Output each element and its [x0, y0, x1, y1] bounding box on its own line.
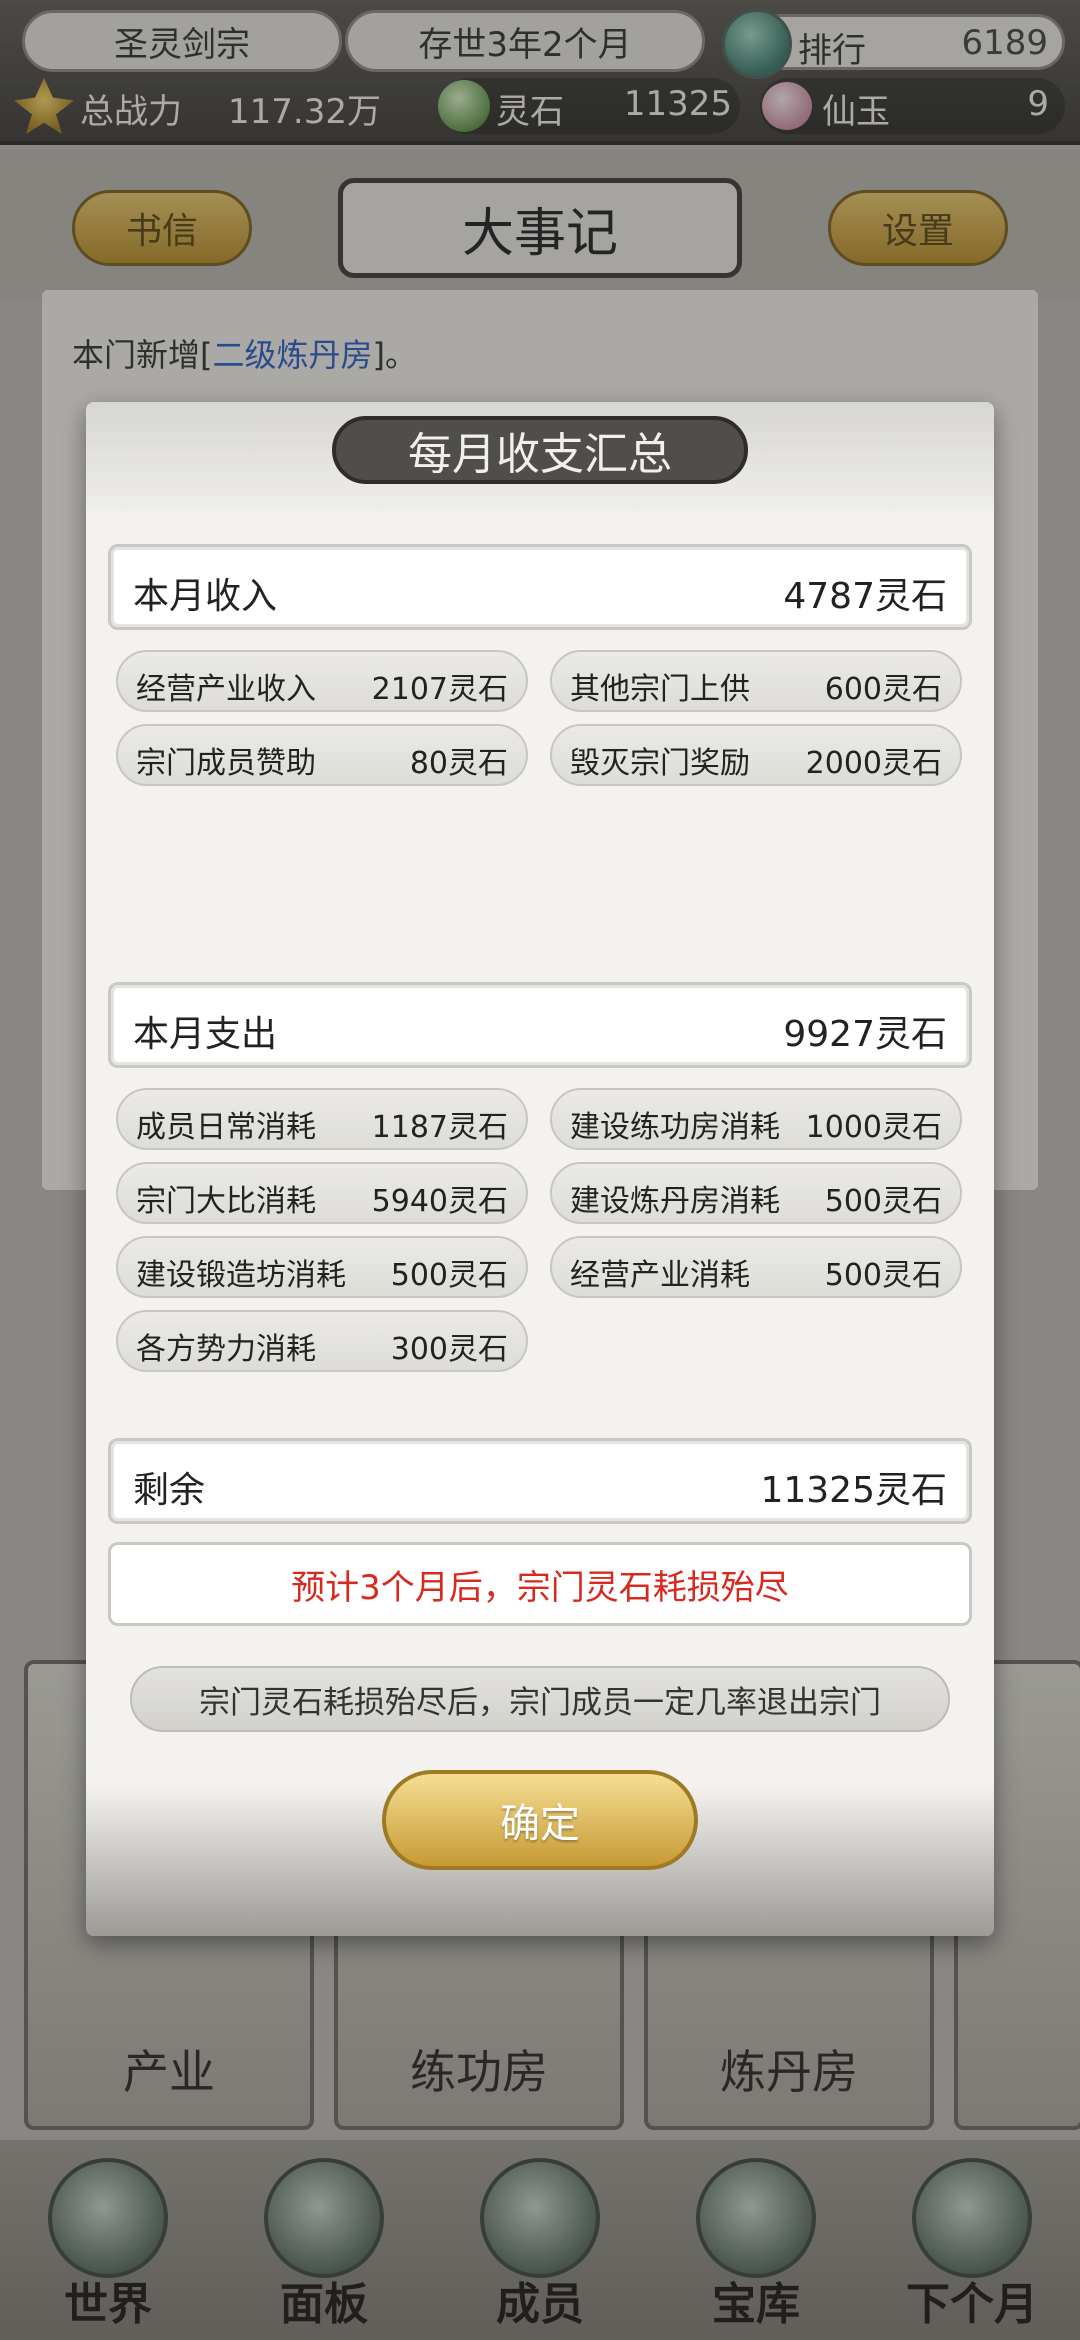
income-item-value: 2000灵石: [805, 746, 942, 781]
expense-item-label: 经营产业消耗: [570, 1258, 750, 1293]
expense-item: 成员日常消耗 1187灵石: [116, 1088, 528, 1150]
expense-item-label: 成员日常消耗: [136, 1110, 316, 1145]
expense-item: 宗门大比消耗 5940灵石: [116, 1162, 528, 1224]
expense-item-label: 建设炼丹房消耗: [570, 1184, 780, 1219]
depletion-note: 宗门灵石耗损殆尽后，宗门成员一定几率退出宗门: [130, 1666, 950, 1732]
expense-item: 建设锻造坊消耗 500灵石: [116, 1236, 528, 1298]
expense-item-label: 宗门大比消耗: [136, 1184, 316, 1219]
income-item-value: 600灵石: [824, 672, 942, 707]
expense-item: 各方势力消耗 300灵石: [116, 1310, 528, 1372]
expense-item-value: 500灵石: [390, 1258, 508, 1293]
expense-summary: 本月支出 9927灵石: [108, 982, 972, 1068]
expense-item-label: 各方势力消耗: [136, 1332, 316, 1367]
income-total: 4787灵石: [783, 576, 947, 617]
monthly-summary-dialog: 每月收支汇总 本月收入 4787灵石 经营产业收入 2107灵石 其他宗门上供 …: [86, 402, 994, 1936]
expense-item-value: 1187灵石: [371, 1110, 508, 1145]
income-label: 本月收入: [133, 576, 278, 617]
expense-label: 本月支出: [133, 1014, 278, 1055]
income-item-label: 其他宗门上供: [570, 672, 750, 707]
expense-item-value: 5940灵石: [371, 1184, 508, 1219]
expense-item-value: 300灵石: [390, 1332, 508, 1367]
expense-item: 建设炼丹房消耗 500灵石: [550, 1162, 962, 1224]
expense-item-value: 500灵石: [824, 1184, 942, 1219]
expense-item-label: 建设锻造坊消耗: [136, 1258, 346, 1293]
expense-total: 9927灵石: [783, 1014, 947, 1055]
remaining-value: 11325灵石: [760, 1470, 947, 1511]
expense-item-value: 500灵石: [824, 1258, 942, 1293]
remaining-label: 剩余: [133, 1470, 206, 1511]
expense-item: 建设练功房消耗 1000灵石: [550, 1088, 962, 1150]
income-item-label: 宗门成员赞助: [136, 746, 316, 781]
expense-item-label: 建设练功房消耗: [570, 1110, 780, 1145]
income-item-value: 2107灵石: [371, 672, 508, 707]
confirm-button[interactable]: 确定: [382, 1770, 698, 1870]
depletion-warning: 预计3个月后，宗门灵石耗损殆尽: [108, 1542, 972, 1626]
income-item: 毁灭宗门奖励 2000灵石: [550, 724, 962, 786]
dialog-title: 每月收支汇总: [332, 416, 748, 484]
remaining-summary: 剩余 11325灵石: [108, 1438, 972, 1524]
income-item-value: 80灵石: [409, 746, 508, 781]
income-item: 其他宗门上供 600灵石: [550, 650, 962, 712]
income-item-label: 毁灭宗门奖励: [570, 746, 750, 781]
expense-item-value: 1000灵石: [805, 1110, 942, 1145]
income-summary: 本月收入 4787灵石: [108, 544, 972, 630]
income-item: 宗门成员赞助 80灵石: [116, 724, 528, 786]
income-item-label: 经营产业收入: [136, 672, 316, 707]
expense-item: 经营产业消耗 500灵石: [550, 1236, 962, 1298]
income-item: 经营产业收入 2107灵石: [116, 650, 528, 712]
